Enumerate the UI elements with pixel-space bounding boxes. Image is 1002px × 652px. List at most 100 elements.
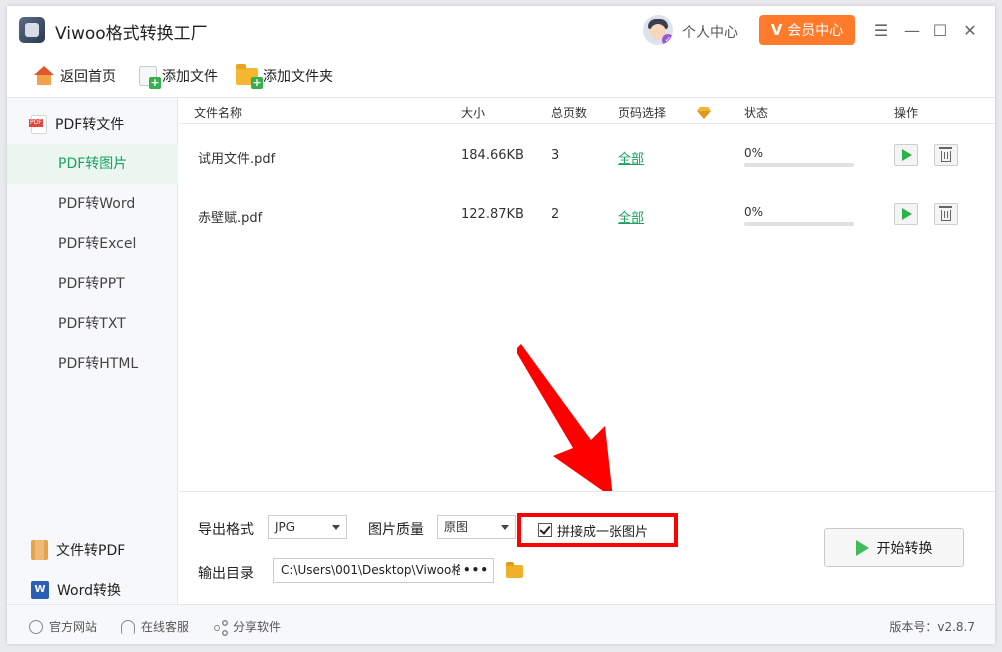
sidebar-group-file-to-pdf[interactable]: 文件转PDF [7,530,178,570]
trash-icon [939,206,952,221]
footer: 官方网站 在线客服 分享软件 版本号：v2.8.7 [7,604,995,644]
merge-label: 拼接成一张图片 [557,524,649,540]
column-header-size: 大小 [461,106,486,120]
sidebar-item-pdf-to-excel[interactable]: PDF转Excel [7,224,178,264]
app-window: Viwoo格式转换工厂 ✓ 个人中心 V 会员中心 ☰ — ☐ ✕ 返回首页 +… [7,6,995,644]
sidebar-item-pdf-to-html[interactable]: PDF转HTML [7,344,178,384]
vip-center-button[interactable]: V 会员中心 [759,15,855,45]
share-software-label: 分享软件 [233,620,282,634]
add-file-label: 添加文件 [162,69,218,85]
column-header-pages: 总页数 [551,106,588,120]
home-label: 返回首页 [60,69,116,85]
toolbar: 返回首页 + 添加文件 + 添加文件夹 [7,56,995,98]
output-label: 输出目录 [198,566,254,582]
diamond-icon [697,107,711,119]
vip-center-label: 会员中心 [787,23,844,39]
play-icon [902,149,912,161]
format-select[interactable]: JPG [268,515,347,539]
add-folder-button[interactable]: + 添加文件夹 [236,63,333,89]
progress-text: 0% [744,205,764,219]
trash-icon [939,147,952,162]
delete-row-button[interactable] [934,144,958,166]
merge-images-checkbox[interactable]: 拼接成一张图片 [517,513,678,547]
browse-folder-icon[interactable] [506,562,523,578]
progress-text: 0% [744,146,764,160]
chevron-down-icon [332,525,340,530]
output-path-field[interactable]: C:\Users\001\Desktop\Viwoo格式 ••• [273,558,494,583]
output-path-value: C:\Users\001\Desktop\Viwoo格式 [281,563,476,577]
file-to-pdf-icon [31,540,48,560]
home-button[interactable]: 返回首页 [33,64,116,88]
progress-bar [744,163,854,167]
pdf-icon [29,114,47,134]
start-convert-label: 开始转换 [876,540,933,557]
play-icon [902,208,912,220]
official-site-link[interactable]: 官方网站 [29,618,97,635]
play-icon [855,539,869,556]
checkbox-checked-icon [538,523,552,537]
sidebar-item-pdf-to-word[interactable]: PDF转Word [7,184,178,224]
column-header-status: 状态 [744,106,769,120]
page-range-link[interactable]: 全部 [618,207,644,226]
sidebar-item-pdf-to-ppt[interactable]: PDF转PPT [7,264,178,304]
quality-label: 图片质量 [368,522,424,538]
file-table: 文件名称 大小 总页数 页码选择 状态 操作 试用文件.pdf 184.66KB… [179,98,995,498]
user-center-link[interactable]: 个人中心 [682,22,738,42]
home-icon [33,66,55,86]
progress-bar [744,222,854,226]
more-icon[interactable]: ••• [459,559,489,582]
column-header-name: 文件名称 [194,106,243,120]
app-title: Viwoo格式转换工厂 [55,24,208,44]
file-size: 184.66KB [461,148,524,163]
official-site-label: 官方网站 [49,620,98,634]
format-value: JPG [275,520,296,534]
add-folder-label: 添加文件夹 [263,69,333,85]
version-text: 版本号：v2.8.7 [889,620,975,634]
maximize-icon[interactable]: ☐ [929,19,951,41]
format-label: 导出格式 [198,522,254,538]
menu-icon[interactable]: ☰ [870,19,892,41]
online-support-label: 在线客服 [141,620,190,634]
sidebar-group-label: 文件转PDF [56,543,126,559]
sidebar-group-label: PDF转文件 [55,117,125,133]
sidebar-group-label: Word转换 [57,583,121,599]
share-software-link[interactable]: 分享软件 [213,618,281,635]
page-count: 2 [551,207,560,222]
vip-icon: V [770,21,783,39]
column-header-range: 页码选择 [618,106,667,120]
settings-panel: 导出格式 JPG 图片质量 原图 拼接成一张图片 输出目录 C:\Users\0… [179,491,995,604]
table-header: 文件名称 大小 总页数 页码选择 状态 操作 [179,98,995,124]
page-count: 3 [551,148,560,163]
add-file-icon: + [139,66,161,89]
add-folder-icon: + [236,63,263,89]
delete-row-button[interactable] [934,203,958,225]
sidebar-item-pdf-to-image[interactable]: PDF转图片 [7,144,178,184]
avatar[interactable]: ✓ [643,15,673,45]
convert-row-button[interactable] [894,203,918,225]
share-icon [213,620,227,634]
quality-value: 原图 [444,520,469,534]
start-convert-button[interactable]: 开始转换 [824,528,964,567]
verified-badge-icon: ✓ [662,34,673,45]
online-support-link[interactable]: 在线客服 [121,618,189,635]
sidebar: PDF转文件 PDF转图片 PDF转Word PDF转Excel PDF转PPT… [7,98,178,604]
chevron-down-icon [501,525,509,530]
quality-select[interactable]: 原图 [437,515,516,539]
sidebar-group-pdf[interactable]: PDF转文件 [7,104,178,144]
sidebar-item-pdf-to-txt[interactable]: PDF转TXT [7,304,178,344]
headset-icon [121,619,135,634]
table-row: 赤壁赋.pdf 122.87KB 2 全部 0% [179,185,995,243]
file-size: 122.87KB [461,207,524,222]
add-file-button[interactable]: + 添加文件 [139,64,218,89]
convert-row-button[interactable] [894,144,918,166]
word-icon: W [31,581,49,599]
title-bar: Viwoo格式转换工厂 ✓ 个人中心 V 会员中心 ☰ — ☐ ✕ [7,6,995,56]
globe-icon [29,619,43,634]
page-range-link[interactable]: 全部 [618,148,644,167]
column-header-ops: 操作 [894,106,919,120]
minimize-icon[interactable]: — [901,19,923,41]
close-icon[interactable]: ✕ [959,19,981,41]
app-logo-icon [19,17,45,43]
file-name: 试用文件.pdf [198,152,276,167]
file-name: 赤壁赋.pdf [198,211,263,226]
